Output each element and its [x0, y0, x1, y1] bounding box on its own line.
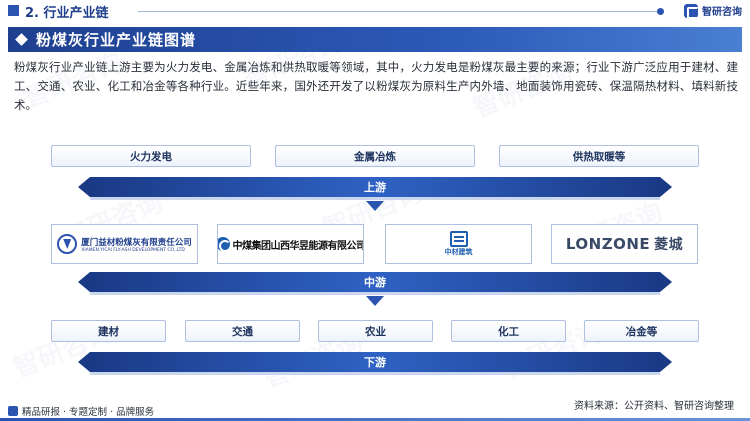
company-card-zhongcai: 中材建筑 — [385, 224, 532, 264]
brand: 智研咨询 — [684, 3, 742, 19]
section-header: 2. 行业产业链 智研咨询 — [0, 0, 750, 22]
company-card-yicai: 厦门益材粉煤灰有限责任公司 XIAMEN YICAI FLY-ASH DEVEL… — [51, 224, 198, 264]
page-title: 粉煤灰行业产业链图谱 — [36, 31, 197, 49]
upstream-band: 上游 — [78, 177, 672, 197]
midstream-band-shadow — [90, 292, 660, 295]
upstream-item-2: 金属冶炼 — [275, 145, 475, 167]
section-rule — [138, 11, 660, 12]
footer-text: 精品研报 · 专题定制 · 品牌服务 — [22, 407, 155, 418]
section-title: 2. 行业产业链 — [25, 6, 109, 21]
chevron-down-icon — [366, 201, 384, 211]
section-square-icon — [8, 5, 19, 16]
company-name-en: XIAMEN YICAI FLY-ASH DEVELOPMENT CO.,LTD — [81, 247, 185, 253]
midstream-band: 中游 — [78, 272, 672, 292]
downstream-item-4: 化工 — [451, 320, 566, 342]
downstream-item-3: 农业 — [318, 320, 433, 342]
page-title-bar: 粉煤灰行业产业链图谱 — [8, 27, 742, 52]
company-name-en: LONZONE — [565, 235, 651, 253]
company-card-lonzone: LONZONE 菱城 — [551, 224, 698, 264]
downstream-item-5: 冶金等 — [584, 320, 699, 342]
downstream-band-shadow — [90, 372, 660, 375]
company-name-cn: 中材建筑 — [444, 248, 473, 256]
downstream-item-1: 建材 — [51, 320, 166, 342]
footer-logo-icon — [8, 406, 18, 416]
upstream-band-shadow — [90, 197, 660, 200]
company-name-cn: 菱城 — [654, 237, 684, 253]
chevron-down-icon — [366, 296, 384, 306]
upstream-item-1: 火力发电 — [51, 145, 251, 167]
brand-logo-icon — [684, 3, 699, 19]
chinacoal-logo-icon — [218, 237, 231, 252]
company-card-huayu: 中煤集团山西华昱能源有限公司 — [217, 224, 364, 264]
yicai-logo-icon — [57, 234, 78, 254]
brand-name: 智研咨询 — [702, 7, 742, 18]
section-dot — [657, 8, 664, 15]
diamond-icon — [15, 33, 28, 46]
company-name-cn: 厦门益材粉煤灰有限责任公司 — [81, 237, 192, 248]
downstream-item-2: 交通 — [185, 320, 300, 342]
zhongcai-logo-icon — [449, 231, 468, 247]
intro-paragraph: 粉煤灰行业产业链上游主要为火力发电、金属冶炼和供热取暖等领域，其中，火力发电是粉… — [14, 60, 738, 112]
source-note: 资料来源：公开资料、智研咨询整理 — [574, 401, 734, 412]
upstream-item-3: 供热取暖等 — [499, 145, 699, 167]
footer: 精品研报 · 专题定制 · 品牌服务 — [8, 404, 154, 418]
company-name-cn: 中煤集团山西华昱能源有限公司 — [232, 240, 364, 252]
downstream-band: 下游 — [78, 352, 672, 372]
